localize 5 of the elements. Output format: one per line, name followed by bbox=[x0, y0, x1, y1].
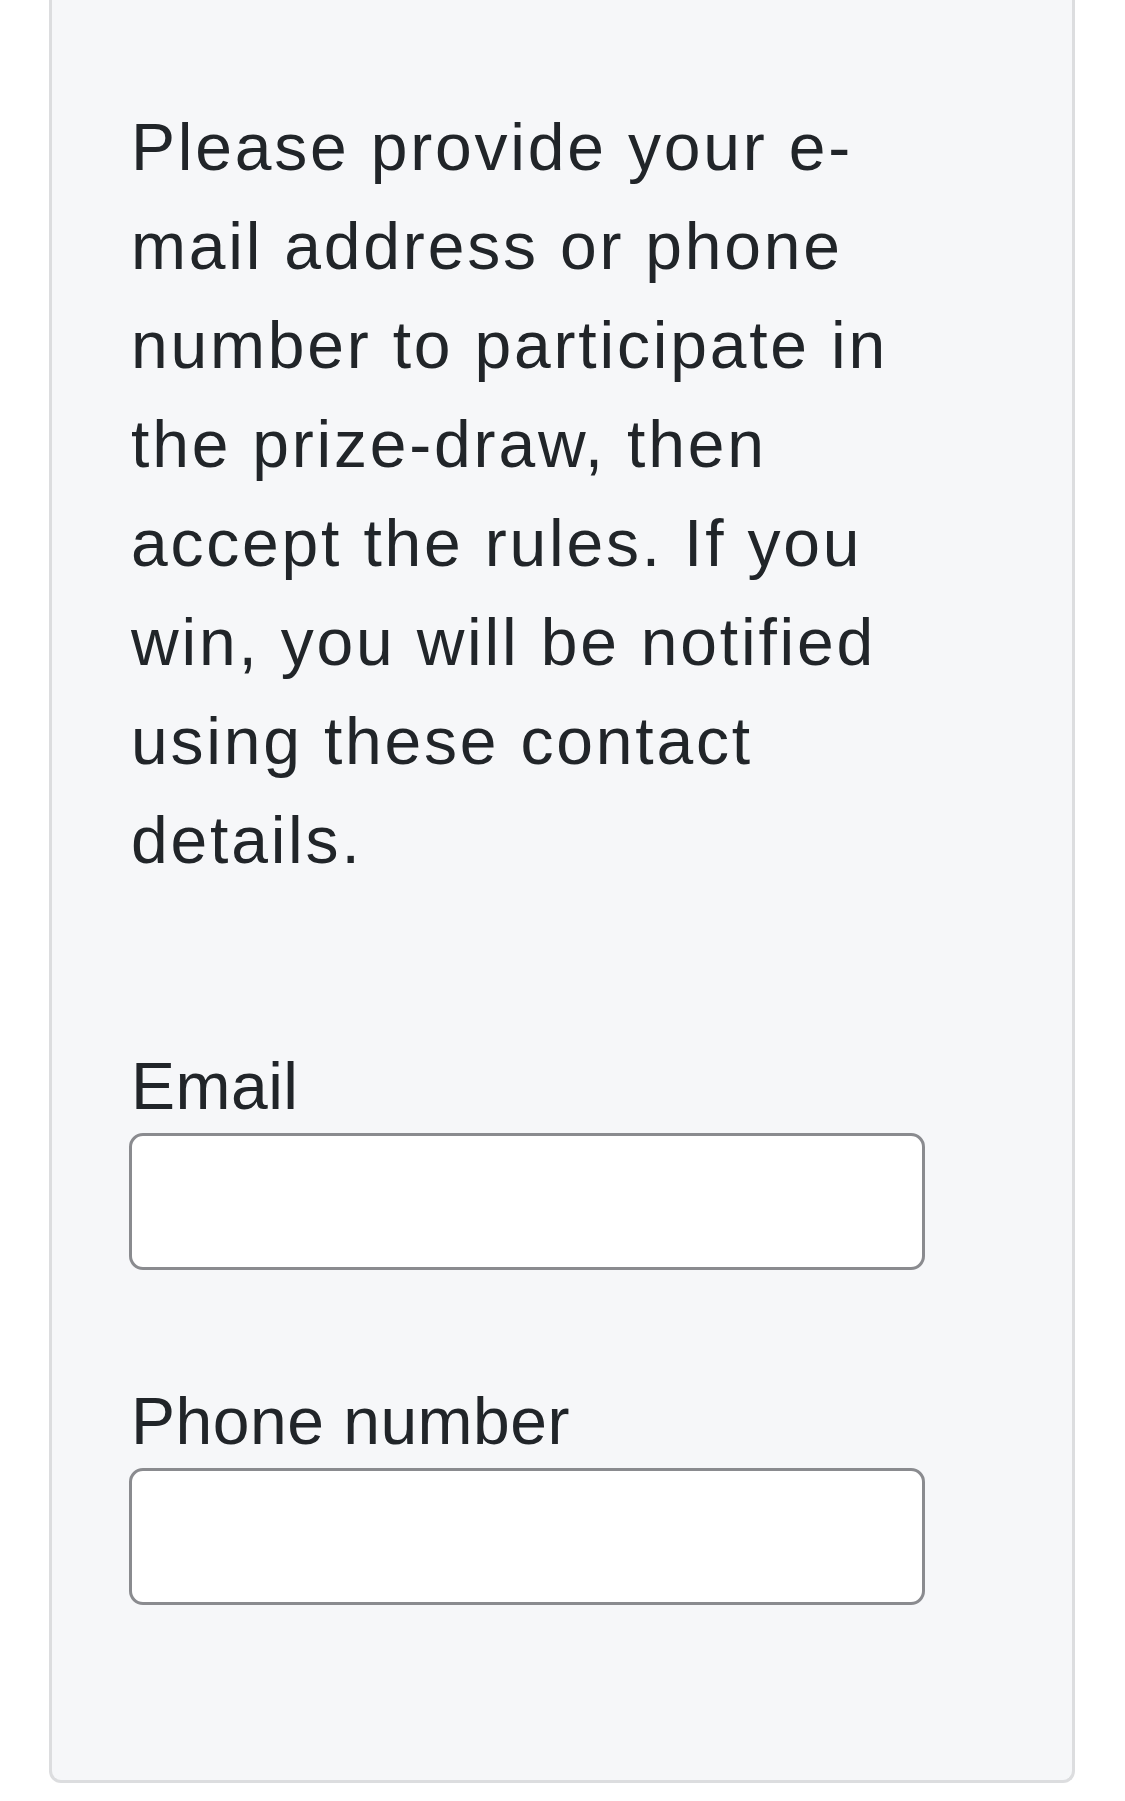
field-label: Email bbox=[131, 1048, 299, 1125]
field-label: Phone number bbox=[131, 1383, 570, 1460]
input-field[interactable] bbox=[129, 1468, 925, 1605]
intro-text: Please provide your e-mail address or phone number to participate in the prize-draw, then accept the rules. If you win, you will be notified using these contact details. bbox=[131, 109, 889, 879]
input-field[interactable] bbox=[129, 1133, 925, 1270]
